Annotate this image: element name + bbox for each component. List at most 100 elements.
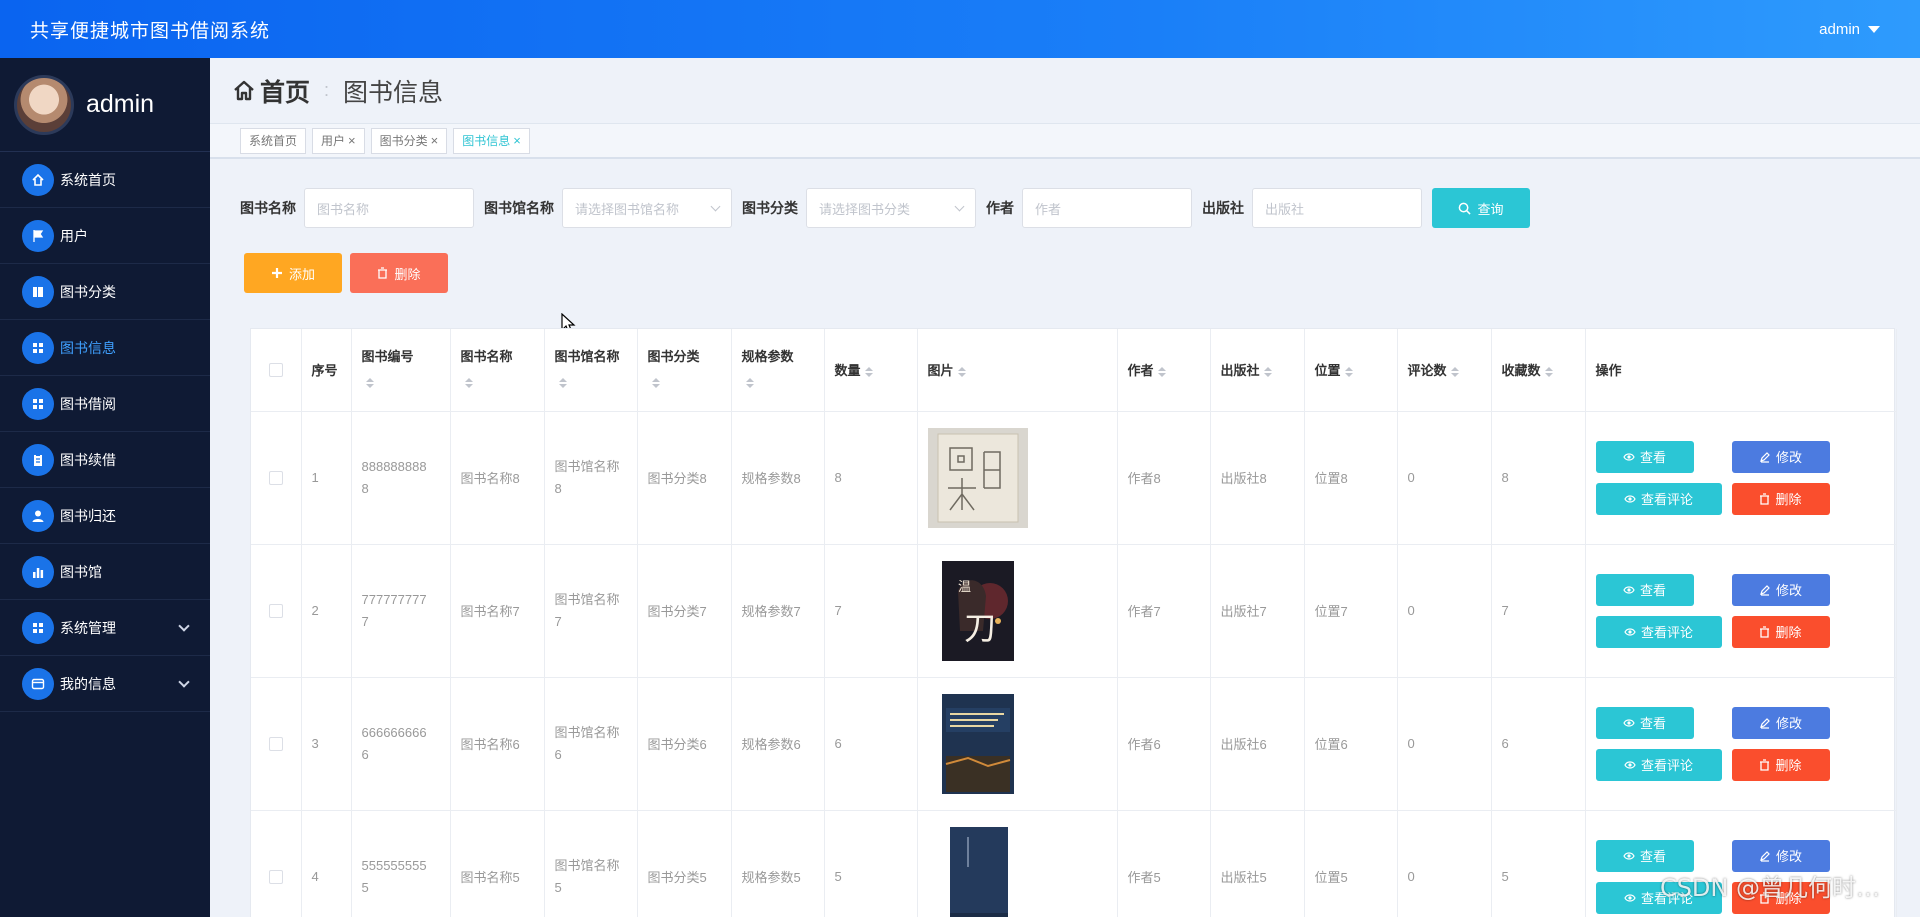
delete-button[interactable]: 删除 <box>1731 482 1830 515</box>
view-button[interactable]: 查看 <box>1595 573 1694 606</box>
sort-icon[interactable] <box>864 366 873 377</box>
book-cover-image[interactable] <box>928 826 1028 917</box>
view-comments-button[interactable]: 查看评论 <box>1595 482 1722 515</box>
author-input[interactable]: 作者 <box>1022 188 1192 228</box>
user-icon <box>22 499 54 532</box>
sort-icon[interactable] <box>1344 366 1353 377</box>
column-header[interactable]: 评论数 <box>1397 329 1492 412</box>
sidebar-item-9[interactable]: 我的信息 <box>0 656 210 712</box>
edit-button[interactable]: 修改 <box>1731 573 1830 606</box>
book-name-input[interactable]: 图书名称 <box>304 188 474 228</box>
edit-button[interactable]: 修改 <box>1731 839 1830 872</box>
sort-icon[interactable] <box>1450 366 1459 377</box>
column-header[interactable]: 图片 <box>917 329 1118 412</box>
row-checkbox[interactable] <box>268 869 283 884</box>
cell-index-value: 3 <box>311 736 319 751</box>
breadcrumb-home[interactable]: 首页 <box>232 73 310 109</box>
column-header[interactable]: 收藏数 <box>1491 329 1586 412</box>
sort-icon[interactable] <box>651 378 660 389</box>
book-name-label: 图书名称 <box>240 200 296 216</box>
user-menu[interactable]: admin <box>1819 21 1890 38</box>
cell-publisher: 出版社8 <box>1210 411 1305 545</box>
view-label: 查看 <box>1639 716 1666 731</box>
sort-icon[interactable] <box>1544 366 1553 377</box>
column-header[interactable]: 图书馆名称 <box>544 329 638 412</box>
sidebar-item-1[interactable]: 用户 <box>0 208 210 264</box>
sidebar-menu: 系统首页 用户 图书分类 图书信息 图书借阅 图书续借 图书归还 图书馆系统管理我的信息 <box>0 152 210 712</box>
cell-book-code: 666666666 6 <box>351 677 451 811</box>
column-header-label: 操作 <box>1595 363 1622 379</box>
library-select[interactable]: 请选择图书馆名称 <box>562 188 732 228</box>
tab-0[interactable]: 系统首页 <box>240 127 307 154</box>
column-header[interactable]: 数量 <box>824 329 918 412</box>
batch-delete-button[interactable]: 删除 <box>350 253 448 293</box>
sidebar-item-label: 系统管理 <box>60 619 116 636</box>
book-cover-image[interactable] <box>928 693 1028 794</box>
close-icon[interactable]: × <box>431 133 439 148</box>
close-icon[interactable]: × <box>348 133 356 148</box>
sort-icon[interactable] <box>1263 366 1272 377</box>
column-header[interactable]: 作者 <box>1117 329 1211 412</box>
sidebar-item-8[interactable]: 系统管理 <box>0 600 210 656</box>
book-cover-image[interactable]: 温刀 <box>928 560 1028 661</box>
category-select[interactable]: 请选择图书分类 <box>806 188 976 228</box>
add-label: 添加 <box>288 266 315 282</box>
column-header[interactable]: 位置 <box>1304 329 1398 412</box>
cell-library-name: 图书馆名称 5 <box>544 810 638 917</box>
view-button[interactable]: 查看 <box>1595 839 1694 872</box>
cell-comment-count-value: 0 <box>1407 470 1415 485</box>
sidebar-item-3[interactable]: 图书信息 <box>0 320 210 376</box>
select-all-checkbox[interactable] <box>268 362 283 377</box>
cell-quantity-value: 5 <box>834 869 842 884</box>
tab-3[interactable]: 图书信息 × <box>453 127 530 154</box>
cell-location: 位置5 <box>1304 810 1398 917</box>
delete-button[interactable]: 删除 <box>1731 615 1830 648</box>
breadcrumb-current: 图书信息 <box>343 78 444 107</box>
close-icon[interactable]: × <box>513 133 521 148</box>
row-checkbox[interactable] <box>268 736 283 751</box>
tab-1[interactable]: 用户 × <box>312 127 365 154</box>
view-comments-button[interactable]: 查看评论 <box>1595 748 1722 781</box>
sidebar-item-7[interactable]: 图书馆 <box>0 544 210 600</box>
sort-icon[interactable] <box>464 378 473 389</box>
sidebar-item-6[interactable]: 图书归还 <box>0 488 210 544</box>
sidebar-item-4[interactable]: 图书借阅 <box>0 376 210 432</box>
column-header[interactable]: 规格参数 <box>731 329 825 412</box>
cell-quantity-value: 7 <box>834 603 842 618</box>
cell-quantity: 5 <box>824 810 918 917</box>
view-button[interactable]: 查看 <box>1595 706 1694 739</box>
edit-button[interactable]: 修改 <box>1731 706 1830 739</box>
book-cover-image[interactable] <box>927 427 1028 528</box>
view-button[interactable]: 查看 <box>1595 440 1694 473</box>
view-comments-button[interactable]: 查看评论 <box>1595 615 1722 648</box>
publisher-input[interactable]: 出版社 <box>1252 188 1422 228</box>
sort-icon[interactable] <box>365 378 374 389</box>
sidebar-item-2[interactable]: 图书分类 <box>0 264 210 320</box>
cell-author: 作者5 <box>1117 810 1211 917</box>
row-checkbox[interactable] <box>268 603 283 618</box>
tab-2[interactable]: 图书分类 × <box>370 127 448 154</box>
eye-icon <box>1624 893 1636 902</box>
category-placeholder: 请选择图书分类 <box>819 201 911 217</box>
sort-icon[interactable] <box>558 378 567 389</box>
column-header[interactable]: 图书名称 <box>450 329 545 412</box>
cell-category-value: 图书分类8 <box>647 471 707 486</box>
column-header[interactable]: 出版社 <box>1210 329 1305 412</box>
sort-icon[interactable] <box>745 378 754 389</box>
sidebar-item-0[interactable]: 系统首页 <box>0 152 210 208</box>
edit-button[interactable]: 修改 <box>1731 440 1830 473</box>
sidebar-item-5[interactable]: 图书续借 <box>0 432 210 488</box>
column-header[interactable]: 图书分类 <box>637 329 732 412</box>
column-header[interactable]: 图书编号 <box>351 329 451 412</box>
add-button[interactable]: 添加 <box>244 253 342 293</box>
row-checkbox[interactable] <box>268 470 283 485</box>
table-row: 4 555555555 5 图书名称5 图书馆名称 5 图书分类5 规格参数5 5 作者5 出版社5… <box>251 810 1897 917</box>
delete-button[interactable]: 删除 <box>1731 748 1830 781</box>
query-button[interactable]: 查询 <box>1432 188 1530 228</box>
cell-library-name-value-cont: 6 <box>554 746 562 762</box>
cell-spec-value: 规格参数8 <box>741 471 801 486</box>
home-icon <box>234 80 254 100</box>
svg-text:温: 温 <box>958 580 971 595</box>
sort-icon[interactable] <box>957 366 966 377</box>
sort-icon[interactable] <box>1157 366 1166 377</box>
